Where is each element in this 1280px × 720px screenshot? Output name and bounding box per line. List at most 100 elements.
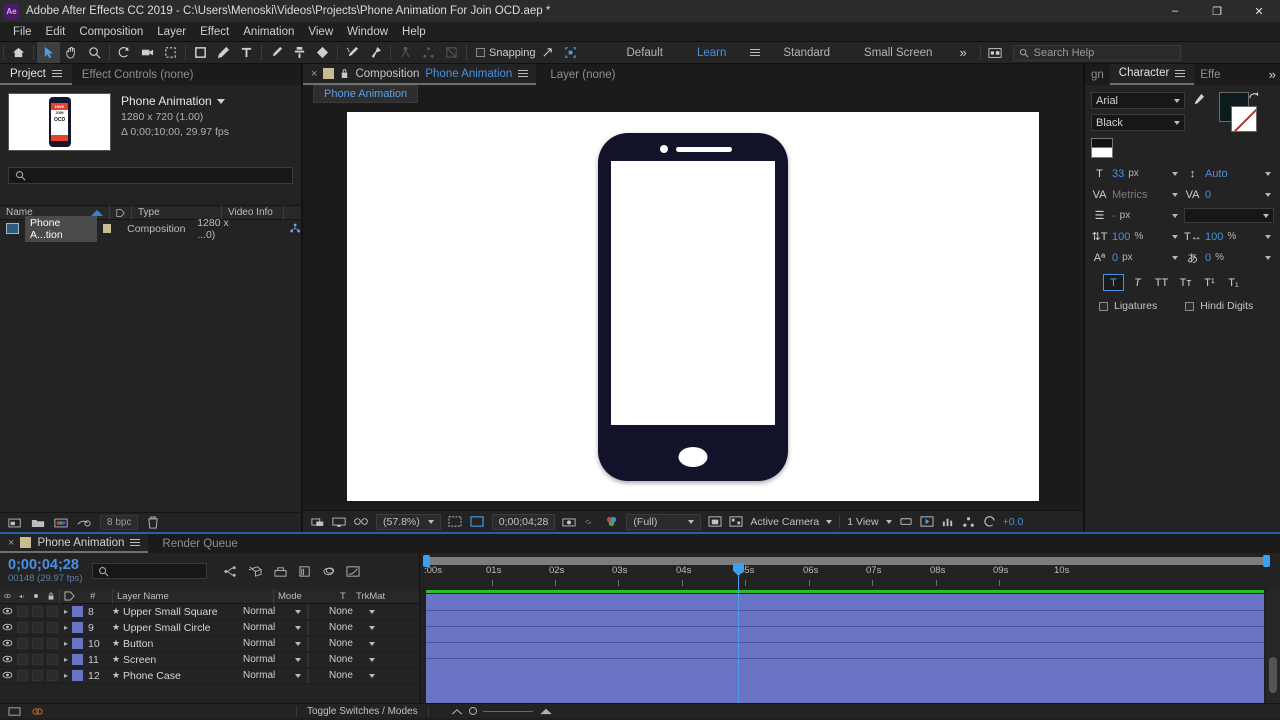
layer-audio-cell[interactable] xyxy=(17,622,28,633)
close-icon[interactable]: × xyxy=(311,68,317,80)
composition-viewer[interactable] xyxy=(303,103,1083,510)
layer-audio-cell[interactable] xyxy=(17,606,28,617)
layer-label-color[interactable] xyxy=(72,654,83,665)
composition-name-row[interactable]: Phone Animation xyxy=(121,94,229,108)
layer-lock-cell[interactable] xyxy=(47,638,58,649)
chevron-down-icon[interactable] xyxy=(295,673,301,678)
tab-project[interactable]: Project xyxy=(0,64,72,85)
panel-more-icon[interactable]: » xyxy=(1263,67,1280,82)
menu-view[interactable]: View xyxy=(301,24,340,40)
column-layer-name[interactable]: Layer Name xyxy=(113,591,273,602)
rotation-tool-icon[interactable] xyxy=(113,42,136,63)
layer-track-matte-select[interactable]: None xyxy=(321,606,379,617)
layer-visibility-icon[interactable] xyxy=(0,639,15,649)
menu-layer[interactable]: Layer xyxy=(150,24,193,40)
chevron-down-icon[interactable] xyxy=(1172,255,1178,260)
layer-solo-cell[interactable] xyxy=(32,638,43,649)
stroke-type-select[interactable] xyxy=(1184,208,1274,223)
menu-edit[interactable]: Edit xyxy=(39,24,73,40)
layer-name[interactable]: Button xyxy=(123,638,243,650)
layer-duration-bars[interactable] xyxy=(426,594,1264,703)
style-bold-button[interactable]: T xyxy=(1103,274,1124,291)
chevron-down-icon[interactable] xyxy=(216,98,225,104)
layer-name[interactable]: Screen xyxy=(123,654,243,666)
timeline-search-input[interactable] xyxy=(92,563,208,579)
style-italic-button[interactable]: T xyxy=(1127,274,1148,291)
horizontal-scale-field[interactable]: T↔ 100 % xyxy=(1184,231,1274,243)
layer-name[interactable]: Upper Small Circle xyxy=(123,622,243,634)
timeline-zoom-control[interactable] xyxy=(451,707,553,715)
layer-mode-select[interactable]: Normal xyxy=(243,606,305,617)
hand-tool-icon[interactable] xyxy=(60,42,83,63)
text-tool-icon[interactable] xyxy=(235,42,258,63)
fill-stroke-swatches[interactable] xyxy=(1211,91,1259,134)
layer-lock-cell[interactable] xyxy=(47,654,58,665)
eraser-tool-icon[interactable] xyxy=(311,42,334,63)
chevron-down-icon[interactable] xyxy=(1172,234,1178,239)
zoom-slider-track[interactable] xyxy=(482,710,533,712)
layer-visibility-icon[interactable] xyxy=(0,671,15,681)
selection-tool-icon[interactable] xyxy=(37,42,60,63)
menu-help[interactable]: Help xyxy=(395,24,433,40)
project-item-name[interactable]: Phone A...tion xyxy=(25,215,97,242)
brush-tool-icon[interactable] xyxy=(265,42,288,63)
timeline-track-area[interactable] xyxy=(420,589,1280,703)
maximize-button[interactable]: ❐ xyxy=(1196,0,1238,22)
tab-composition[interactable]: × Composition Phone Animation xyxy=(303,64,537,85)
layer-visibility-icon[interactable] xyxy=(0,607,15,617)
breadcrumb[interactable]: Phone Animation xyxy=(313,85,419,103)
layer-audio-cell[interactable] xyxy=(17,654,28,665)
layer-mode-select[interactable]: Normal xyxy=(243,654,305,665)
layer-track-matte-select[interactable]: None xyxy=(321,622,379,633)
chevron-down-icon[interactable] xyxy=(1265,171,1271,176)
layer-solo-cell[interactable] xyxy=(32,606,43,617)
layer-solo-cell[interactable] xyxy=(32,670,43,681)
chevron-down-icon[interactable] xyxy=(1265,234,1271,239)
chevron-down-icon[interactable] xyxy=(369,641,375,646)
zoom-slider-handle[interactable] xyxy=(468,707,477,715)
table-row[interactable]: ▸ 9 ★ Upper Small Circle Normal None xyxy=(0,620,419,636)
layer-preserve-transparency-cell[interactable] xyxy=(305,620,321,635)
style-small-caps-button[interactable]: Tт xyxy=(1175,274,1196,291)
chevron-down-icon[interactable] xyxy=(427,519,434,524)
phone-case-shape[interactable] xyxy=(598,132,788,481)
camera-tool-icon[interactable] xyxy=(136,42,159,63)
chevron-down-icon[interactable] xyxy=(885,519,892,524)
layer-visibility-icon[interactable] xyxy=(0,623,15,633)
chevron-right-icon[interactable]: ▸ xyxy=(60,607,72,616)
chevron-down-icon[interactable] xyxy=(295,609,301,614)
chevron-down-icon[interactable] xyxy=(369,673,375,678)
layer-preserve-transparency-cell[interactable] xyxy=(305,636,321,651)
baseline-shift-field[interactable]: Aª 0 px xyxy=(1091,252,1181,264)
chevron-right-icon[interactable]: ▸ xyxy=(60,639,72,648)
layer-label-color[interactable] xyxy=(72,622,83,633)
layer-lock-cell[interactable] xyxy=(47,606,58,617)
column-track-matte[interactable]: TrkMat xyxy=(352,591,410,602)
layer-audio-cell[interactable] xyxy=(17,670,28,681)
phone-home-button[interactable] xyxy=(678,446,708,467)
snapping-toggle[interactable]: Snapping xyxy=(476,47,536,59)
chevron-down-icon[interactable] xyxy=(826,519,833,524)
snapping-checkbox[interactable] xyxy=(476,48,485,57)
stroke-color-swatch[interactable] xyxy=(1231,106,1257,132)
phone-screen-shape[interactable] xyxy=(611,160,775,425)
layer-mode-select[interactable]: Normal xyxy=(243,638,305,649)
chevron-down-icon[interactable] xyxy=(1174,120,1180,125)
panel-menu-icon[interactable] xyxy=(51,68,62,79)
stroke-width-field[interactable]: ☰ - px xyxy=(1091,209,1181,222)
chevron-down-icon[interactable] xyxy=(1174,98,1180,103)
style-all-caps-button[interactable]: TT xyxy=(1151,274,1172,291)
layer-mode-select[interactable]: Normal xyxy=(243,670,305,681)
toggle-switches-modes-button[interactable]: Toggle Switches / Modes xyxy=(296,705,429,717)
active-camera-label[interactable]: Active Camera xyxy=(750,516,819,528)
panel-menu-icon[interactable] xyxy=(1175,68,1186,79)
hindi-digits-checkbox[interactable] xyxy=(1185,301,1195,311)
composition-canvas[interactable] xyxy=(347,112,1039,501)
roto-brush-icon[interactable] xyxy=(341,42,364,63)
tab-effect-controls[interactable]: Effect Controls (none) xyxy=(72,64,204,85)
chevron-down-icon[interactable] xyxy=(1172,213,1178,218)
panel-menu-icon[interactable] xyxy=(130,537,141,548)
chevron-right-icon[interactable]: ▸ xyxy=(60,623,72,632)
column-index[interactable]: # xyxy=(86,591,112,602)
timecode-block[interactable]: 0;00;04;28 00148 (29.97 fps) xyxy=(8,558,82,585)
